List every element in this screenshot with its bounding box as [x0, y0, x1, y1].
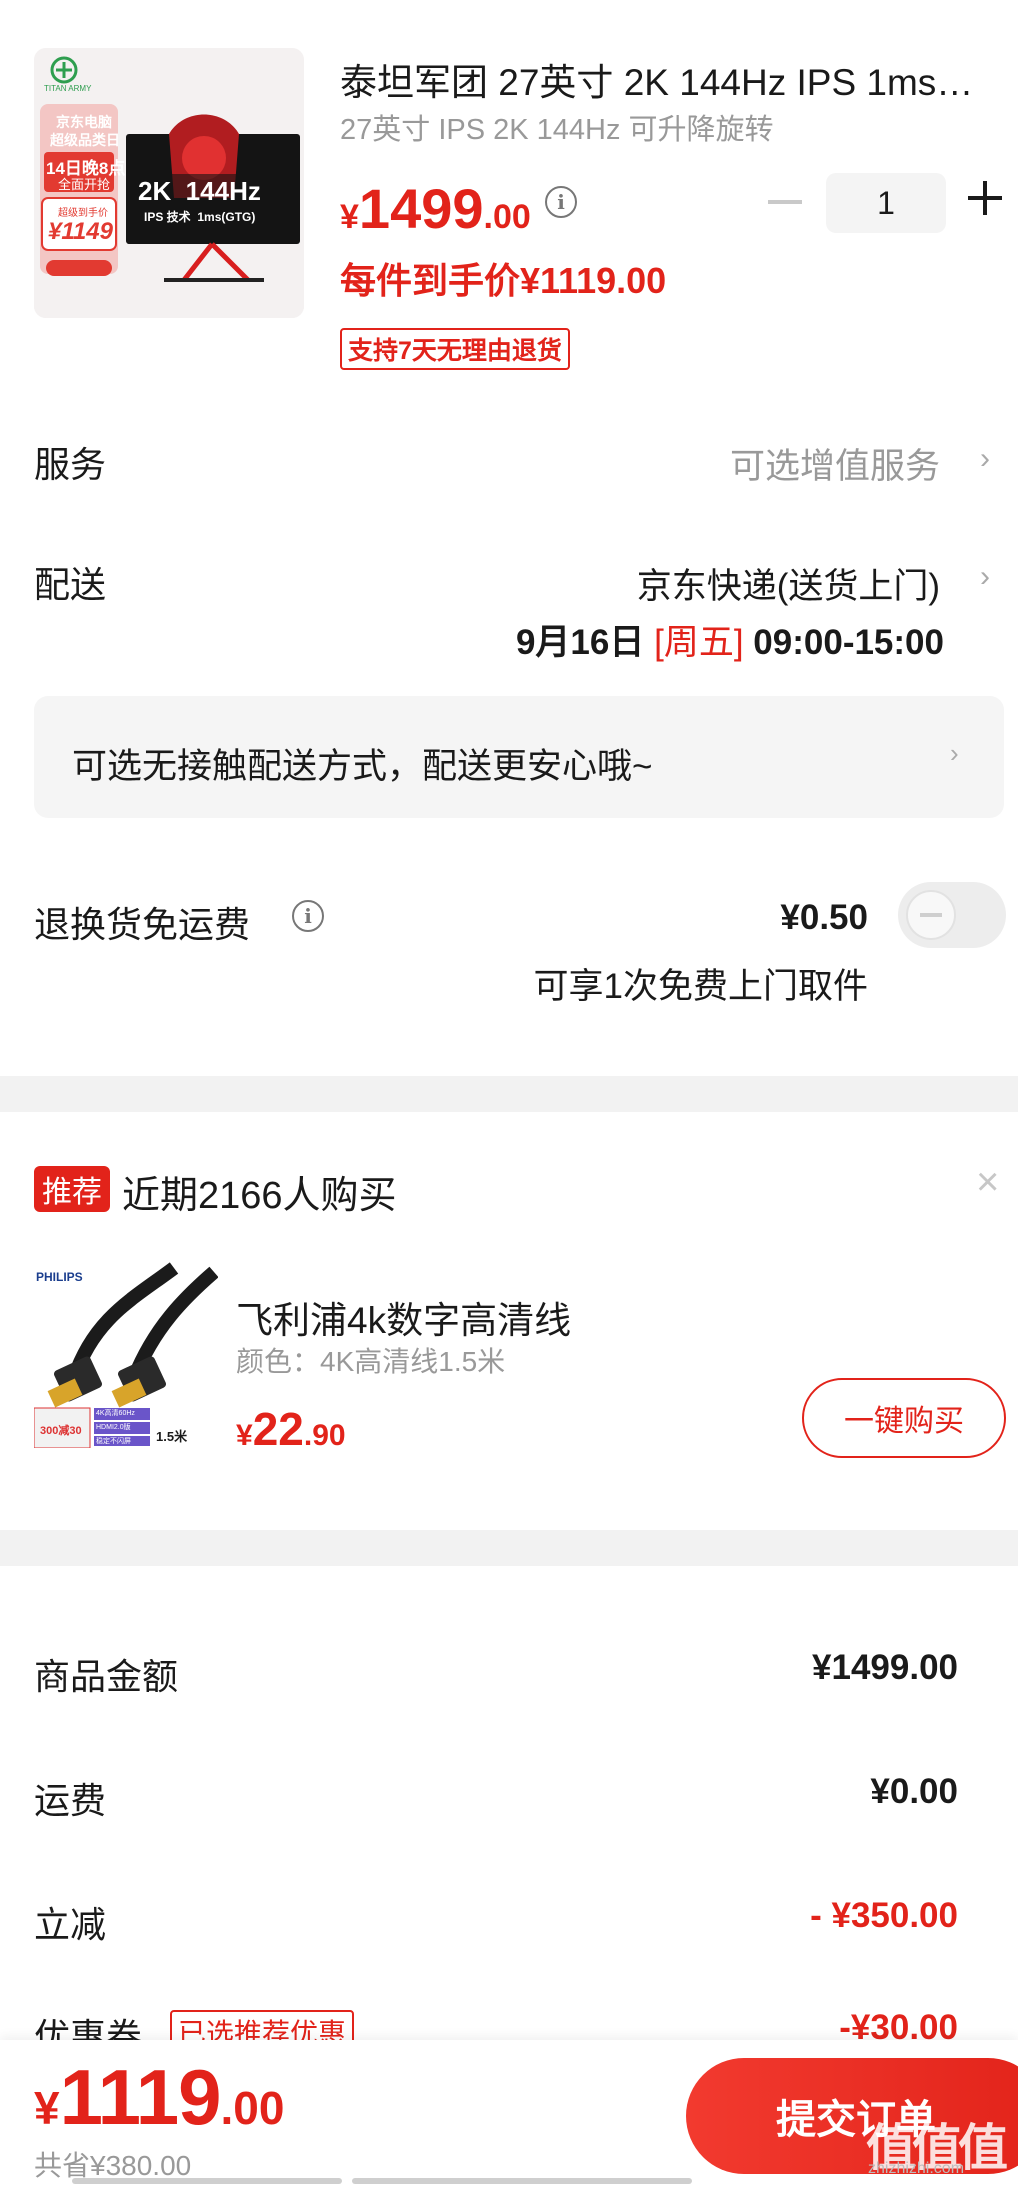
total-integer: 1119	[59, 2053, 222, 2141]
section-divider	[0, 1076, 1018, 1112]
image-promo-price-label: 超级到手价	[58, 208, 108, 219]
product-image[interactable]: TITAN ARMY 京东电脑 超级品类日 14日晚8点 全面开抢 超级到手价 …	[34, 48, 304, 318]
service-label: 服务	[34, 444, 107, 485]
section-divider	[0, 1530, 1018, 1566]
recommend-title: 近期2166人购买	[122, 1175, 397, 1217]
each-price: 每件到手价¥1119.00	[340, 260, 667, 301]
recommend-image-tag1: 4K高清60Hz	[96, 1410, 135, 1417]
image-brand: TITAN ARMY	[44, 84, 92, 93]
watermark-url: zhizhizhi.com	[868, 2160, 965, 2177]
return-policy-tag: 支持7天无理由退货	[340, 328, 570, 370]
chevron-right-icon[interactable]: ›	[980, 442, 990, 476]
price-integer: 1499	[358, 177, 484, 240]
image-promo-price: ¥1149	[48, 218, 113, 245]
total-currency: ¥	[34, 2082, 60, 2134]
recommend-image-brand: PHILIPS	[36, 1270, 83, 1284]
image-screen-text2: IPS 技术 1ms(GTG)	[144, 210, 256, 224]
minus-icon[interactable]	[768, 200, 802, 204]
total-price: ¥ 1119 .00	[34, 2052, 284, 2143]
delivery-label: 配送	[34, 564, 107, 605]
rec-price-decimal: .90	[303, 1419, 346, 1452]
delivery-weekday: [周五]	[654, 623, 744, 662]
price-currency: ¥	[340, 198, 359, 236]
return-fee-label: 退换货免运费	[34, 904, 251, 945]
toggle-knob[interactable]	[906, 890, 956, 940]
summary-label-shipping: 运费	[34, 1780, 107, 1821]
delivery-time[interactable]: 9月16日 [周五] 09:00-15:00	[516, 614, 944, 665]
delivery-window: 09:00-15:00	[753, 623, 944, 662]
image-screen-text1: 2K 144Hz	[138, 176, 261, 206]
delivery-carrier[interactable]: 京东快递(送货上门)	[637, 558, 940, 609]
summary-value-discount: - ¥350.00	[810, 1896, 958, 1935]
rec-price-integer: 22	[252, 1403, 304, 1455]
close-icon[interactable]: ×	[976, 1160, 999, 1205]
recommend-image-promo: 300减30	[40, 1425, 82, 1437]
recommend-image-tag3: 稳定不闪屏	[96, 1438, 131, 1445]
product-price: ¥ 1499 .00	[340, 176, 531, 240]
info-icon[interactable]: i	[545, 186, 577, 218]
recommend-item-spec: 颜色：4K高清线1.5米	[236, 1346, 506, 1377]
delivery-date: 9月16日	[515, 623, 645, 662]
summary-label-subtotal: 商品金额	[34, 1656, 179, 1697]
contactless-text: 可选无接触配送方式，配送更安心哦~	[72, 747, 653, 786]
image-promo-line2: 超级品类日	[50, 132, 120, 148]
image-promo-line4: 全面开抢	[58, 177, 111, 192]
recommend-item-name[interactable]: 飞利浦4k数字高清线	[236, 1290, 571, 1344]
return-fee-price: ¥0.50	[780, 898, 868, 937]
total-decimal: .00	[220, 2082, 285, 2134]
quantity-stepper[interactable]: 1	[826, 173, 946, 233]
price-decimal: .00	[483, 198, 531, 236]
summary-value-subtotal: ¥1499.00	[812, 1648, 958, 1687]
plus-icon[interactable]	[968, 181, 1002, 215]
recommend-badge: 推荐	[34, 1166, 110, 1212]
summary-value-shipping: ¥0.00	[870, 1772, 958, 1811]
home-indicator	[72, 2178, 342, 2184]
image-promo-line1: 京东电脑	[56, 114, 112, 130]
return-fee-subtext: 可享1次免费上门取件	[533, 967, 868, 1006]
chevron-right-icon[interactable]: ›	[950, 738, 959, 769]
recommend-image-length: 1.5米	[156, 1429, 188, 1444]
one-click-buy-button[interactable]: 一键购买	[802, 1378, 1006, 1458]
service-value[interactable]: 可选增值服务	[730, 438, 940, 489]
product-spec[interactable]: 27英寸 IPS 2K 144Hz 可升降旋转	[340, 106, 774, 148]
summary-label-discount: 立减	[34, 1904, 107, 1945]
info-icon[interactable]: i	[292, 900, 324, 932]
hdmi-cable-illustration	[33, 1258, 219, 1449]
recommend-item-image[interactable]: PHILIPS 4K高清60Hz HDMI2.0版 稳定不闪屏 300减30 1…	[33, 1258, 219, 1449]
home-indicator	[352, 2178, 692, 2184]
chevron-right-icon[interactable]: ›	[980, 560, 990, 594]
recommend-image-tag2: HDMI2.0版	[96, 1424, 131, 1431]
rec-price-currency: ¥	[236, 1419, 253, 1452]
recommend-item-price: ¥ 22 .90	[236, 1402, 346, 1456]
product-title[interactable]: 泰坦军团 27英寸 2K 144Hz IPS 1ms…	[340, 52, 1000, 106]
